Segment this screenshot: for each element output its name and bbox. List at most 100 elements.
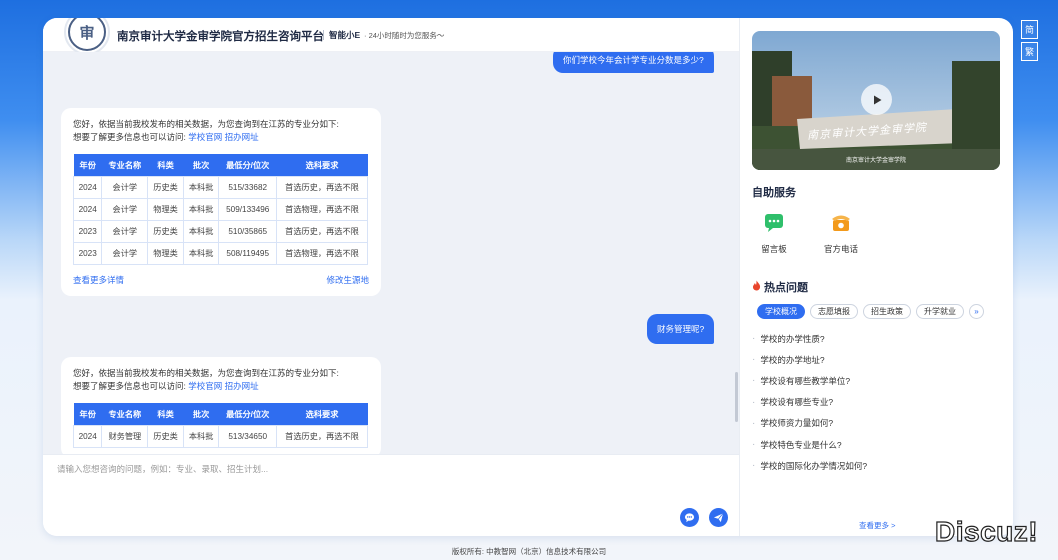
- bot-slogan: · 24小时随时为您服务～: [364, 31, 445, 40]
- chat-scrollbar[interactable]: [735, 372, 738, 422]
- tab-school-overview[interactable]: 学校概况: [757, 304, 805, 319]
- table-row: 2024 会计学 历史类 本科批 515/33682 首选历史，再选不限: [72, 175, 368, 199]
- watermark-logo: Discuz!: [934, 515, 1039, 547]
- bot-greeting: 您好，依据当前我校发布的相关数据，为您查询到在江苏的专业分如下:: [73, 368, 339, 378]
- chat-header: 审 南京审计大学金审学院官方招生咨询平台 智能小E · 24小时随时为您服务～: [43, 18, 739, 55]
- official-phone-button[interactable]: 官方电话: [816, 211, 866, 255]
- user-message: 财务管理呢?: [647, 314, 715, 344]
- panel-divider: [739, 18, 740, 536]
- table-cell: 本科批: [182, 424, 220, 448]
- table-cell: 2023: [72, 241, 103, 265]
- table-cell: 财务管理: [101, 424, 149, 448]
- hot-question-tabs: 学校概况 志愿填报 招生政策 升学就业 »: [757, 304, 984, 319]
- message-board-icon: [765, 214, 783, 232]
- bot-greeting: 您好，依据当前我校发布的相关数据，为您查询到在江苏的专业分如下:: [73, 119, 339, 129]
- table-header-batch: 批次: [183, 403, 219, 425]
- school-logo: 审: [64, 18, 110, 55]
- school-seal-icon: 审: [68, 18, 106, 51]
- traditional-chinese-button[interactable]: 繁: [1021, 42, 1038, 61]
- send-icon: [713, 513, 724, 523]
- table-header-category: 科类: [147, 154, 184, 176]
- table-cell: 2024: [72, 197, 103, 221]
- table-cell: 会计学: [101, 175, 149, 199]
- bot-reply-card: 您好，依据当前我校发布的相关数据，为您查询到在江苏的专业分如下: 想要了解更多信…: [61, 108, 381, 296]
- table-cell: 首选物理，再选不限: [276, 241, 368, 265]
- change-origin-link[interactable]: 修改生源地: [326, 274, 369, 286]
- table-cell: 515/33682: [218, 175, 278, 199]
- campus-video[interactable]: 南京审计大学金审学院 南京审计大学金审学院: [752, 31, 1000, 170]
- faq-item[interactable]: 学校的办学地址?: [752, 349, 992, 370]
- chat-area[interactable]: 你们学校今年会计学专业分数是多少? 您好，依据当前我校发布的相关数据，为您查询到…: [43, 52, 739, 454]
- table-cell: 首选历史，再选不限: [276, 219, 368, 243]
- user-message-text: 财务管理呢?: [657, 324, 705, 334]
- table-cell: 物理类: [147, 197, 184, 221]
- table-cell: 509/133496: [218, 197, 278, 221]
- faq-item[interactable]: 学校的国际化办学情况如何?: [752, 455, 992, 476]
- simplified-chinese-button[interactable]: 简: [1021, 20, 1038, 39]
- table-cell: 历史类: [147, 424, 184, 448]
- table-header-major: 专业名称: [101, 154, 148, 176]
- chat-history-button[interactable]: [680, 508, 699, 527]
- table-cell: 会计学: [101, 219, 149, 243]
- message-board-label: 留言板: [761, 244, 787, 254]
- see-more-link[interactable]: 查看更多 >: [859, 520, 895, 531]
- hot-questions-title: 热点问题: [764, 282, 808, 294]
- table-header-subject-req: 选科要求: [276, 154, 368, 176]
- table-row: 2023 会计学 物理类 本科批 508/119495 首选物理，再选不限: [72, 241, 368, 265]
- table-cell: 会计学: [101, 197, 149, 221]
- table-cell: 510/35865: [218, 219, 278, 243]
- send-button[interactable]: [709, 508, 728, 527]
- admission-score-table: 年份 专业名称 科类 批次 最低分/位次 选科要求 2024 会计学 历史类 本…: [72, 154, 368, 265]
- table-cell: 历史类: [147, 219, 184, 243]
- admission-website-link[interactable]: 招办网址: [225, 381, 259, 391]
- table-header-year: 年份: [73, 403, 102, 425]
- faq-item[interactable]: 学校设有哪些教学单位?: [752, 370, 992, 391]
- faq-item[interactable]: 学校的办学性质?: [752, 328, 992, 349]
- self-service-title: 自助服务: [752, 187, 796, 199]
- faq-item[interactable]: 学校设有哪些专业?: [752, 392, 992, 413]
- table-cell: 首选历史，再选不限: [276, 175, 368, 199]
- table-cell: 物理类: [147, 241, 184, 265]
- video-caption: 南京审计大学金审学院: [845, 158, 906, 164]
- table-header-min-score: 最低分/位次: [218, 403, 277, 425]
- table-cell: 2023: [72, 219, 103, 243]
- table-header-year: 年份: [73, 154, 102, 176]
- faq-item[interactable]: 学校师资力量如何?: [752, 413, 992, 434]
- tab-further-study[interactable]: 升学就业: [916, 304, 964, 319]
- question-input[interactable]: [57, 463, 677, 499]
- table-cell: 508/119495: [218, 241, 278, 265]
- table-header-min-score: 最低分/位次: [218, 154, 277, 176]
- double-chevron-right-icon: »: [974, 307, 979, 316]
- play-button[interactable]: [861, 84, 892, 115]
- table-header-subject-req: 选科要求: [276, 403, 368, 425]
- copyright: 版权所有: 中教智网（北京）信息技术有限公司: [451, 547, 607, 556]
- view-more-details-link[interactable]: 查看更多详情: [73, 274, 124, 286]
- tab-admission-policy[interactable]: 招生政策: [863, 304, 911, 319]
- fire-icon: [752, 280, 761, 291]
- table-cell: 会计学: [101, 241, 149, 265]
- table-cell: 本科批: [182, 241, 220, 265]
- table-cell: 2024: [72, 175, 103, 199]
- tab-application[interactable]: 志愿填报: [810, 304, 858, 319]
- bot-more-info: 想要了解更多信息也可以访问: 学校官网 招办网址: [73, 132, 259, 142]
- faq-item[interactable]: 学校特色专业是什么?: [752, 434, 992, 455]
- admission-website-link[interactable]: 招办网址: [225, 132, 259, 142]
- bot-more-info: 想要了解更多信息也可以访问: 学校官网 招办网址: [73, 381, 259, 391]
- table-cell: 本科批: [182, 197, 220, 221]
- table-row: 2024 会计学 物理类 本科批 509/133496 首选物理，再选不限: [72, 197, 368, 221]
- input-area: [43, 454, 739, 536]
- school-name: 南京审计大学金审学院官方招生咨询平台: [117, 31, 324, 43]
- bot-name: 智能小E: [329, 30, 361, 40]
- table-row: 2024 财务管理 历史类 本科批 513/34650 首选历史，再选不限: [72, 424, 368, 448]
- language-switch: 简 繁: [1021, 20, 1038, 64]
- school-website-link[interactable]: 学校官网: [188, 132, 222, 142]
- message-board-button[interactable]: 留言板: [749, 211, 799, 255]
- school-website-link[interactable]: 学校官网: [188, 381, 222, 391]
- user-message-text: 你们学校今年会计学专业分数是多少?: [563, 54, 704, 65]
- play-icon: [873, 95, 881, 104]
- tabs-next-button[interactable]: »: [969, 304, 984, 319]
- main-card: 审 南京审计大学金审学院官方招生咨询平台 智能小E · 24小时随时为您服务～ …: [43, 18, 1013, 536]
- bot-card-footer: 查看更多详情 修改生源地: [73, 274, 369, 286]
- table-cell: 历史类: [147, 175, 184, 199]
- table-cell: 513/34650: [218, 424, 278, 448]
